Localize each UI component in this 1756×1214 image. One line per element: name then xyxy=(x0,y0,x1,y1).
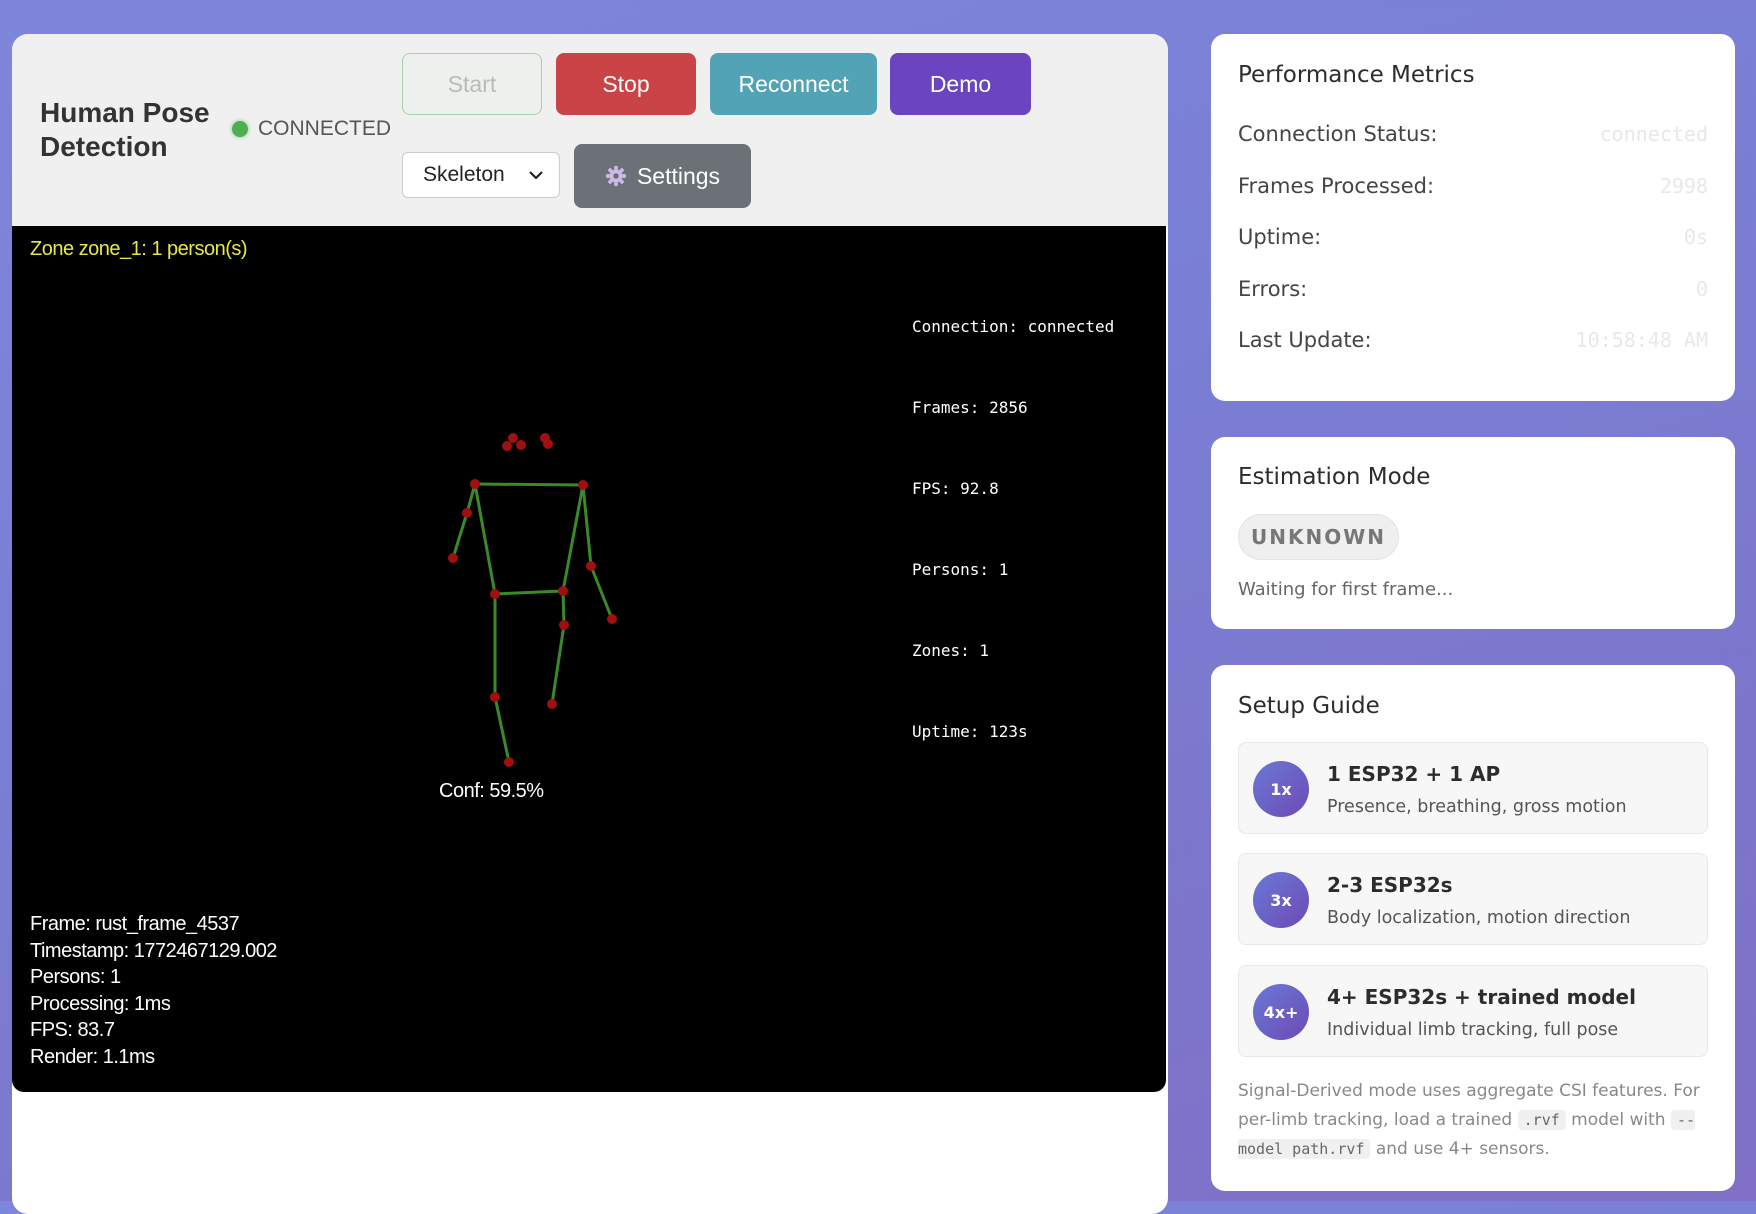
frame-timestamp: Timestamp: 1772467129.002 xyxy=(30,939,277,962)
metric-label: Uptime: xyxy=(1238,225,1322,249)
guide-item-3x: 3x 2-3 ESP32s Body localization, motion … xyxy=(1238,853,1708,945)
stat-persons: Persons: 1 xyxy=(912,560,1009,579)
bone-hips xyxy=(493,589,565,596)
bone-right-torso xyxy=(561,483,585,593)
guide-item-desc: Individual limb tracking, full pose xyxy=(1327,1020,1619,1040)
note-text: model with xyxy=(1571,1110,1666,1130)
setup-guide-card: Setup Guide 1x 1 ESP32 + 1 AP Presence, … xyxy=(1211,665,1735,1191)
reconnect-button[interactable]: Reconnect xyxy=(710,53,877,115)
metric-value: 2998 xyxy=(1659,174,1708,198)
gear-icon xyxy=(605,165,627,187)
metric-value: 0 xyxy=(1695,277,1708,301)
settings-button[interactable]: Settings xyxy=(574,144,751,208)
joint-right-thigh-mid xyxy=(559,620,569,630)
sensor-count-icon: 3x xyxy=(1253,872,1309,928)
performance-metrics-card: Performance Metrics Connection Status: c… xyxy=(1211,34,1735,401)
guide-item-desc: Presence, breathing, gross motion xyxy=(1327,797,1627,817)
guide-item-4x: 4x+ 4+ ESP32s + trained model Individual… xyxy=(1238,965,1708,1057)
stat-frames: Frames: 2856 xyxy=(912,398,1028,417)
confidence-label: Conf: 59.5% xyxy=(439,780,544,802)
setup-title: Setup Guide xyxy=(1238,693,1380,719)
metric-uptime: Uptime: 0s xyxy=(1238,225,1708,249)
joint-right-hip xyxy=(558,586,568,596)
joint-nose xyxy=(502,441,512,451)
frame-persons: Persons: 1 xyxy=(30,966,121,988)
metric-connection-status: Connection Status: connected xyxy=(1238,122,1708,146)
guide-item-desc: Body localization, motion direction xyxy=(1327,908,1631,928)
bone-left-torso xyxy=(473,482,497,596)
joint-left-ankle xyxy=(504,757,514,767)
guide-item-1x: 1x 1 ESP32 + 1 AP Presence, breathing, g… xyxy=(1238,742,1708,834)
sensor-count-icon: 1x xyxy=(1253,761,1309,817)
stat-zones: Zones: 1 xyxy=(912,641,990,660)
start-button[interactable]: Start xyxy=(402,53,542,115)
zone-label: Zone zone_1: 1 person(s) xyxy=(30,238,248,260)
render-mode-value: Skeleton xyxy=(423,163,505,186)
joint-left-eye xyxy=(508,433,518,443)
metrics-title: Performance Metrics xyxy=(1238,62,1475,88)
joint-left-shoulder xyxy=(470,479,480,489)
render-mode-select[interactable]: Skeleton xyxy=(402,152,560,198)
pose-canvas[interactable]: Zone zone_1: 1 person(s) Connection: con… xyxy=(12,226,1166,1092)
bone-right-thigh xyxy=(561,589,566,627)
metric-label: Last Update: xyxy=(1238,328,1372,352)
joint-right-elbow xyxy=(586,561,596,571)
joint-left-wrist xyxy=(448,553,458,563)
metric-value: connected xyxy=(1599,122,1708,146)
bone-right-shin xyxy=(550,623,566,706)
demo-button[interactable]: Demo xyxy=(890,53,1031,115)
estimation-status-text: Waiting for first frame... xyxy=(1238,579,1454,600)
guide-item-title: 4+ ESP32s + trained model xyxy=(1327,985,1636,1009)
bone-right-forearm xyxy=(589,564,614,621)
guide-item-title: 1 ESP32 + 1 AP xyxy=(1327,762,1501,786)
metric-last-update: Last Update: 10:58:48 AM xyxy=(1238,328,1708,352)
page-title: Human Pose Detection xyxy=(40,97,210,162)
connection-status-label: CONNECTED xyxy=(258,117,392,140)
metric-label: Connection Status: xyxy=(1238,122,1438,146)
joint-right-shoulder xyxy=(578,480,588,490)
connection-status: CONNECTED xyxy=(232,117,391,141)
stat-uptime: Uptime: 123s xyxy=(912,722,1028,741)
control-header: Human Pose Detection CONNECTED Start Sto… xyxy=(12,34,1168,226)
frame-id: Frame: rust_frame_4537 xyxy=(30,913,240,935)
stat-fps: FPS: 92.8 xyxy=(912,479,999,498)
stop-button[interactable]: Stop xyxy=(556,53,696,115)
guide-item-title: 2-3 ESP32s xyxy=(1327,873,1453,897)
joint-right-wrist xyxy=(607,614,617,624)
note-code-rvf: .rvf xyxy=(1517,1110,1566,1130)
metric-frames-processed: Frames Processed: 2998 xyxy=(1238,174,1708,198)
metric-label: Frames Processed: xyxy=(1238,174,1435,198)
frame-info-overlay: Frame: rust_frame_4537 Timestamp: 177246… xyxy=(30,911,277,1070)
frame-processing: Processing: 1ms xyxy=(30,992,171,1015)
settings-label: Settings xyxy=(636,162,721,189)
setup-note: Signal-Derived mode uses aggregate CSI f… xyxy=(1238,1077,1708,1164)
joint-right-ear xyxy=(543,439,553,449)
metric-label: Errors: xyxy=(1238,277,1308,301)
bone-left-shin xyxy=(493,695,511,764)
sensor-count-icon: 4x+ xyxy=(1253,984,1309,1040)
status-dot-icon xyxy=(232,121,248,137)
joint-right-knee xyxy=(547,699,557,709)
frame-fps: FPS: 83.7 xyxy=(30,1019,115,1041)
chevron-down-icon xyxy=(529,171,543,180)
metric-errors: Errors: 0 xyxy=(1238,277,1708,301)
frame-render: Render: 1.1ms xyxy=(30,1045,155,1068)
pose-detection-panel: Human Pose Detection CONNECTED Start Sto… xyxy=(12,34,1168,1214)
estimation-mode-badge: UNKNOWN xyxy=(1238,514,1399,560)
joint-left-elbow xyxy=(462,508,472,518)
metric-value: 10:58:48 AM xyxy=(1575,328,1708,352)
joint-left-hip xyxy=(490,589,500,599)
connection-stats-overlay: Connection: connected Frames: 2856 FPS: … xyxy=(912,259,1114,799)
bone-shoulders xyxy=(473,482,585,487)
bone-left-forearm xyxy=(451,511,469,560)
metric-value: 0s xyxy=(1683,225,1708,249)
stat-connection: Connection: connected xyxy=(912,317,1115,336)
skeleton-bones xyxy=(451,482,614,764)
note-text: and use 4+ sensors. xyxy=(1375,1139,1550,1159)
estimation-mode-card: Estimation Mode UNKNOWN Waiting for firs… xyxy=(1211,437,1735,629)
estimation-title: Estimation Mode xyxy=(1238,464,1431,490)
bone-right-upper-arm xyxy=(581,483,593,568)
joint-left-knee xyxy=(490,692,500,702)
joint-head xyxy=(516,440,526,450)
